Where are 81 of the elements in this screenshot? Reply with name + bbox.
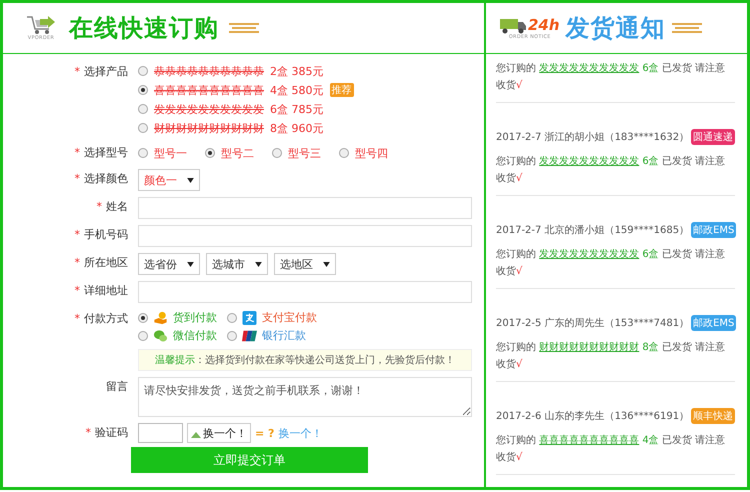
field-label: * 付款方式 xyxy=(74,311,129,327)
field-label: * 姓名 xyxy=(96,199,129,215)
field-label: * 所在地区 xyxy=(74,255,129,271)
region-select[interactable]: 选城市 xyxy=(206,253,268,275)
panel-title: 发货通知 xyxy=(566,13,666,44)
shipment-message: 您订购的 发发发发发发发发发发 6盒 已发货 请注意收货√ xyxy=(496,248,726,279)
caret-icon xyxy=(187,178,194,182)
decorative-lines-icon xyxy=(229,22,259,34)
radio-button[interactable] xyxy=(138,148,148,158)
radio-button[interactable] xyxy=(138,330,148,340)
shipment-message: 您订购的 喜喜喜喜喜喜喜喜喜喜 4盒 已发货 请注意收货√ xyxy=(496,434,726,465)
region-select[interactable]: 选地区 xyxy=(274,253,336,275)
caret-icon xyxy=(255,262,262,266)
tip-text: 温馨提示：选择货到付款在家等快递公司送货上门，先验货后付款！ xyxy=(138,349,472,371)
shipment-header: 2017-2-7 北京的潘小姐（159****1685） xyxy=(496,224,690,237)
radio-button[interactable] xyxy=(138,104,148,114)
payment-option[interactable]: 支付宝付款 xyxy=(262,310,317,325)
radio-button[interactable] xyxy=(272,148,282,158)
field-label: * 手机号码 xyxy=(74,227,129,243)
shipment-message: 您订购的 财财财财财财财财财财 8盒 已发货 请注意收货√ xyxy=(496,340,726,372)
product-name[interactable]: 喜喜喜喜喜喜喜喜喜喜 xyxy=(154,82,264,98)
product-name[interactable]: 财财财财财财财财财财 xyxy=(154,120,264,136)
field-label: * 详细地址 xyxy=(74,283,129,299)
payment-option[interactable]: 微信付款 xyxy=(173,328,217,343)
shipment-header: 2017-2-7 浙江的胡小姐（183****1632） xyxy=(496,130,690,144)
radio-button[interactable] xyxy=(138,85,148,95)
bank-card-icon xyxy=(242,328,257,342)
radio-button[interactable] xyxy=(227,312,237,322)
radio-button[interactable] xyxy=(138,66,148,76)
hand-coin-icon xyxy=(153,310,168,324)
caret-icon xyxy=(323,262,330,266)
product-price: 8盒 960元 xyxy=(270,120,324,136)
radio-button[interactable] xyxy=(227,330,237,340)
alipay-icon xyxy=(242,310,257,324)
field-label: * 选择型号 xyxy=(74,145,129,161)
courier-badge: 顺丰快递 xyxy=(691,408,736,424)
field-label: 留言 xyxy=(105,379,129,395)
product-price: 2盒 385元 xyxy=(270,64,324,78)
captcha-question: = ? xyxy=(255,426,274,440)
chat-bubbles-icon xyxy=(153,328,168,342)
model-option[interactable]: 型号四 xyxy=(355,146,388,160)
product-price: 6盒 785元 xyxy=(270,102,324,116)
field-label: * 选择产品 xyxy=(74,64,129,80)
region-select[interactable]: 选省份 xyxy=(138,253,200,275)
decorative-lines-icon xyxy=(672,22,702,34)
product-name[interactable]: 发发发发发发发发发发 xyxy=(154,102,264,116)
panel-title: 在线快速订购 xyxy=(69,13,219,44)
cart-icon xyxy=(26,15,56,35)
logo-text: 24h xyxy=(528,16,560,34)
model-option[interactable]: 型号二 xyxy=(221,146,254,160)
recommend-badge: 推荐 xyxy=(330,83,354,97)
courier-badge: 邮政EMS xyxy=(691,222,736,238)
shipment-message: 您订购的 发发发发发发发发发发 6盒 已发货 请注意收货√ xyxy=(496,62,726,93)
color-select[interactable]: 颜色一 xyxy=(138,169,200,191)
radio-button[interactable] xyxy=(138,123,148,133)
courier-badge: 圆通速递 xyxy=(691,129,736,145)
field-label: * 验证码 xyxy=(84,425,129,441)
input-field[interactable] xyxy=(138,225,472,247)
model-option[interactable]: 型号三 xyxy=(288,146,321,160)
shipment-header: 2017-2-6 山东的李先生（136****6191） xyxy=(496,410,690,423)
product-price: 4盒 580元 xyxy=(270,82,324,98)
caret-icon xyxy=(187,262,194,266)
refresh-link[interactable]: 换一个！ xyxy=(278,426,322,440)
captcha-field[interactable] xyxy=(138,423,183,443)
payment-option[interactable]: 货到付款 xyxy=(173,310,217,325)
radio-button[interactable] xyxy=(339,148,349,158)
shipment-message: 您订购的 发发发发发发发发发发 6盒 已发货 请注意收货√ xyxy=(496,154,726,186)
radio-button[interactable] xyxy=(138,312,148,322)
message-field[interactable]: 请尽快安排发货，送货之前手机联系，谢谢！ xyxy=(138,377,472,417)
radio-button[interactable] xyxy=(205,148,215,158)
courier-badge: 邮政EMS xyxy=(691,315,736,331)
model-option[interactable]: 型号一 xyxy=(154,146,187,160)
shipment-header: 2017-2-5 广东的周先生（153****7481） xyxy=(496,316,690,330)
input-field[interactable] xyxy=(138,281,472,303)
truck-icon xyxy=(500,18,526,34)
submit-button[interactable]: 立即提交订单 xyxy=(131,447,368,473)
payment-option[interactable]: 银行汇款 xyxy=(262,328,306,343)
product-name[interactable]: 恭恭恭恭恭恭恭恭恭恭 xyxy=(154,64,264,78)
field-label: * 选择颜色 xyxy=(74,171,129,187)
input-field[interactable] xyxy=(138,197,472,219)
captcha-image[interactable]: 换一个！ xyxy=(187,423,251,443)
